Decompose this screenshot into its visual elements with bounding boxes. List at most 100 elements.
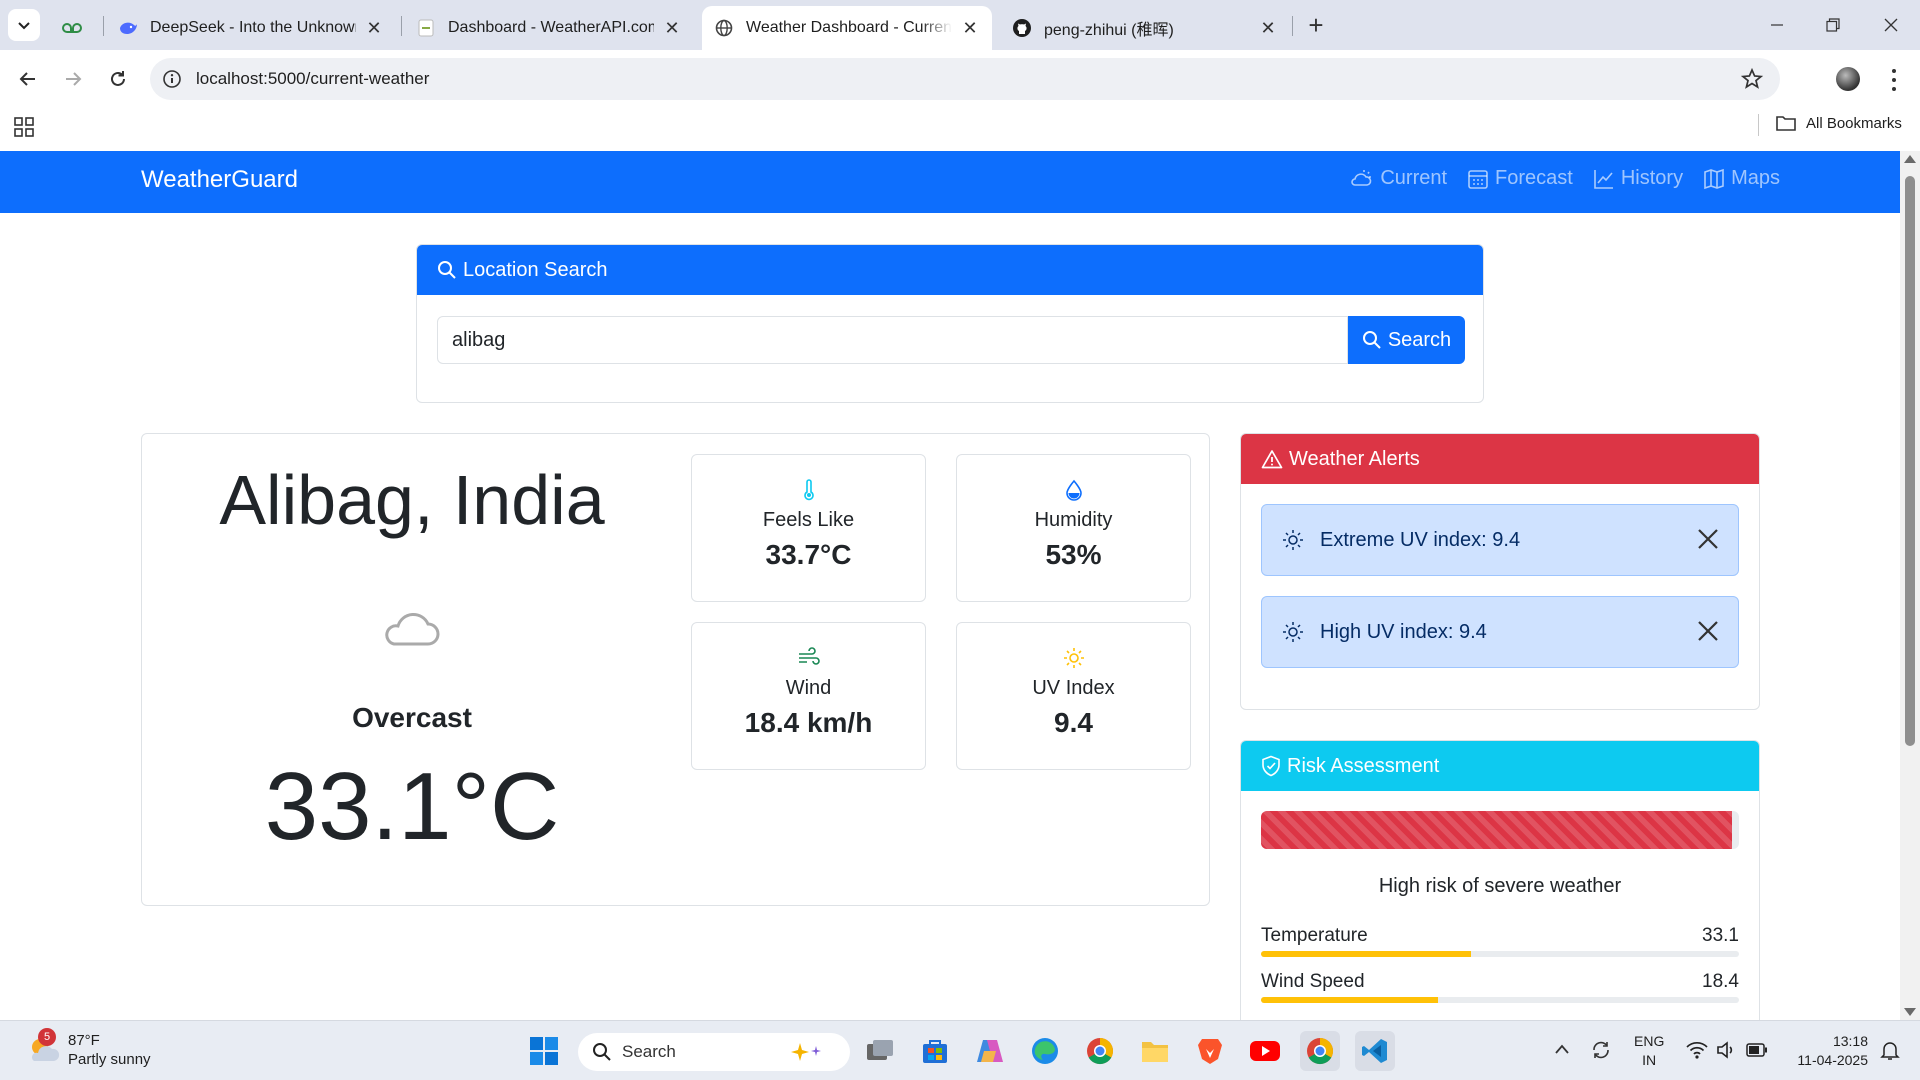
close-tab-icon[interactable]: ✕ [960,18,980,38]
arrow-left-icon [19,72,35,86]
thermometer-icon [803,479,814,501]
browser-menu-button[interactable] [1882,66,1906,94]
minimize-icon [1771,24,1783,26]
restore-button[interactable] [1804,0,1862,50]
sync-icon[interactable] [1590,1039,1612,1061]
scroll-up-arrow[interactable] [1904,155,1916,163]
brave-button[interactable] [1190,1031,1230,1071]
nav-label: History [1620,167,1684,189]
tab-deepseek[interactable]: DeepSeek - Into the Unknown ✕ [106,6,396,50]
close-tab-icon[interactable]: ✕ [662,18,682,38]
search-icon [593,1043,611,1061]
risk-summary: High risk of severe weather [1378,875,1622,897]
url-text: localhost:5000/current-weather [196,69,430,88]
ms-store-button[interactable] [915,1031,955,1071]
back-button[interactable] [12,63,44,95]
taskbar-weather-desc: Partly sunny [68,1051,151,1068]
site-info-icon[interactable] [162,69,182,89]
droplet-icon [1065,479,1082,501]
stat-uv-index: UV Index 9.4 [956,622,1191,770]
chevron-up-icon[interactable] [1554,1043,1570,1055]
volume-icon[interactable] [1716,1041,1736,1059]
language-top: ENG [1634,1033,1665,1049]
search-button[interactable]: Search [1348,316,1465,364]
new-tab-button[interactable]: + [1302,10,1330,40]
stat-value: 33.7°C [765,539,852,570]
bookmark-star-icon[interactable] [1740,67,1764,91]
wifi-icon[interactable] [1686,1041,1708,1059]
tab-title: Dashboard - WeatherAPI.com [448,19,654,36]
scrollbar-thumb[interactable] [1905,176,1915,746]
copilot-button[interactable] [970,1031,1010,1071]
bookmarks-separator [1758,114,1759,136]
tab-separator [401,16,402,36]
system-clock[interactable]: 13:18 11-04-2025 [1786,1032,1868,1070]
card-title: Risk Assessment [1287,754,1440,777]
youtube-button[interactable] [1245,1031,1285,1071]
search-icon [1362,331,1381,349]
page-scrollbar[interactable] [1900,151,1920,1020]
nav-forecast[interactable]: Forecast [1467,167,1573,190]
tab-geeksforgeeks[interactable] [50,6,102,50]
alert-item: High UV index: 9.4 [1261,596,1739,668]
search-input-value: alibag [452,328,506,351]
tab-github[interactable]: peng-zhihui (稚晖) ✕ [1000,6,1290,50]
apps-grid-icon[interactable] [14,117,34,137]
profile-avatar[interactable] [1836,67,1860,91]
clock-date: 11-04-2025 [1797,1052,1868,1068]
scroll-down-arrow[interactable] [1904,1008,1916,1016]
reload-button[interactable] [102,63,134,95]
vscode-button[interactable] [1355,1031,1395,1071]
task-view-icon [867,1040,893,1060]
tab-weatherapi[interactable]: Dashboard - WeatherAPI.com ✕ [404,6,694,50]
task-view-button[interactable] [860,1031,900,1071]
forward-button[interactable] [57,63,89,95]
file-explorer-button[interactable] [1135,1031,1175,1071]
taskbar-search[interactable]: Search [578,1033,850,1071]
tab-weather-dashboard[interactable]: Weather Dashboard - Current W ✕ [702,6,992,50]
stat-label: Wind [785,677,832,699]
stat-feels-like: Feels Like 33.7°C [691,454,926,602]
chrome-button[interactable] [1080,1031,1120,1071]
alert-text: High UV index: 9.4 [1320,620,1487,643]
minimize-button[interactable] [1748,0,1806,50]
search-icon [438,261,456,279]
edge-button[interactable] [1025,1031,1065,1071]
location-name: Alibag, India [219,461,605,539]
browser-tab-bar: DeepSeek - Into the Unknown ✕ Dashboard … [0,0,1920,50]
language-bottom: IN [1642,1052,1657,1068]
nav-maps[interactable]: Maps [1703,167,1780,190]
nav-label: Maps [1731,167,1780,189]
metric-label: Wind Speed [1261,971,1365,992]
location-search-input[interactable]: alibag [437,316,1348,364]
close-tab-icon[interactable]: ✕ [364,18,384,38]
taskbar-weather-temp: 87°F [68,1032,100,1049]
language-indicator[interactable]: ENG IN [1634,1032,1664,1070]
risk-metric-wind-speed: Wind Speed 18.4 [1261,971,1739,1003]
brand-logo[interactable]: WeatherGuard [141,166,298,194]
metric-value: 18.4 [1702,971,1739,992]
store-icon [923,1040,947,1063]
close-icon[interactable] [1696,527,1720,551]
battery-icon[interactable] [1746,1043,1768,1057]
chrome-active-button[interactable] [1300,1031,1340,1071]
address-bar[interactable]: localhost:5000/current-weather [150,58,1780,100]
close-icon[interactable] [1696,619,1720,643]
brave-icon [1198,1039,1222,1064]
youtube-icon [1250,1041,1280,1061]
notification-bell-icon[interactable] [1880,1039,1900,1061]
risk-metric-temperature: Temperature 33.1 [1261,925,1739,957]
close-window-button[interactable] [1862,0,1920,50]
graph-up-icon [1594,169,1613,189]
restore-icon [1826,18,1840,32]
vscode-icon [1362,1039,1387,1063]
stat-label: Humidity [1034,509,1113,531]
folder-icon [1776,116,1796,131]
start-button[interactable] [524,1031,564,1071]
nav-current[interactable]: Current [1350,167,1447,190]
nav-history[interactable]: History [1593,167,1683,190]
all-bookmarks-button[interactable]: All Bookmarks [1776,114,1902,132]
close-tab-icon[interactable]: ✕ [1258,18,1278,38]
folder-icon [1142,1042,1168,1062]
tab-search-button[interactable] [8,9,40,41]
